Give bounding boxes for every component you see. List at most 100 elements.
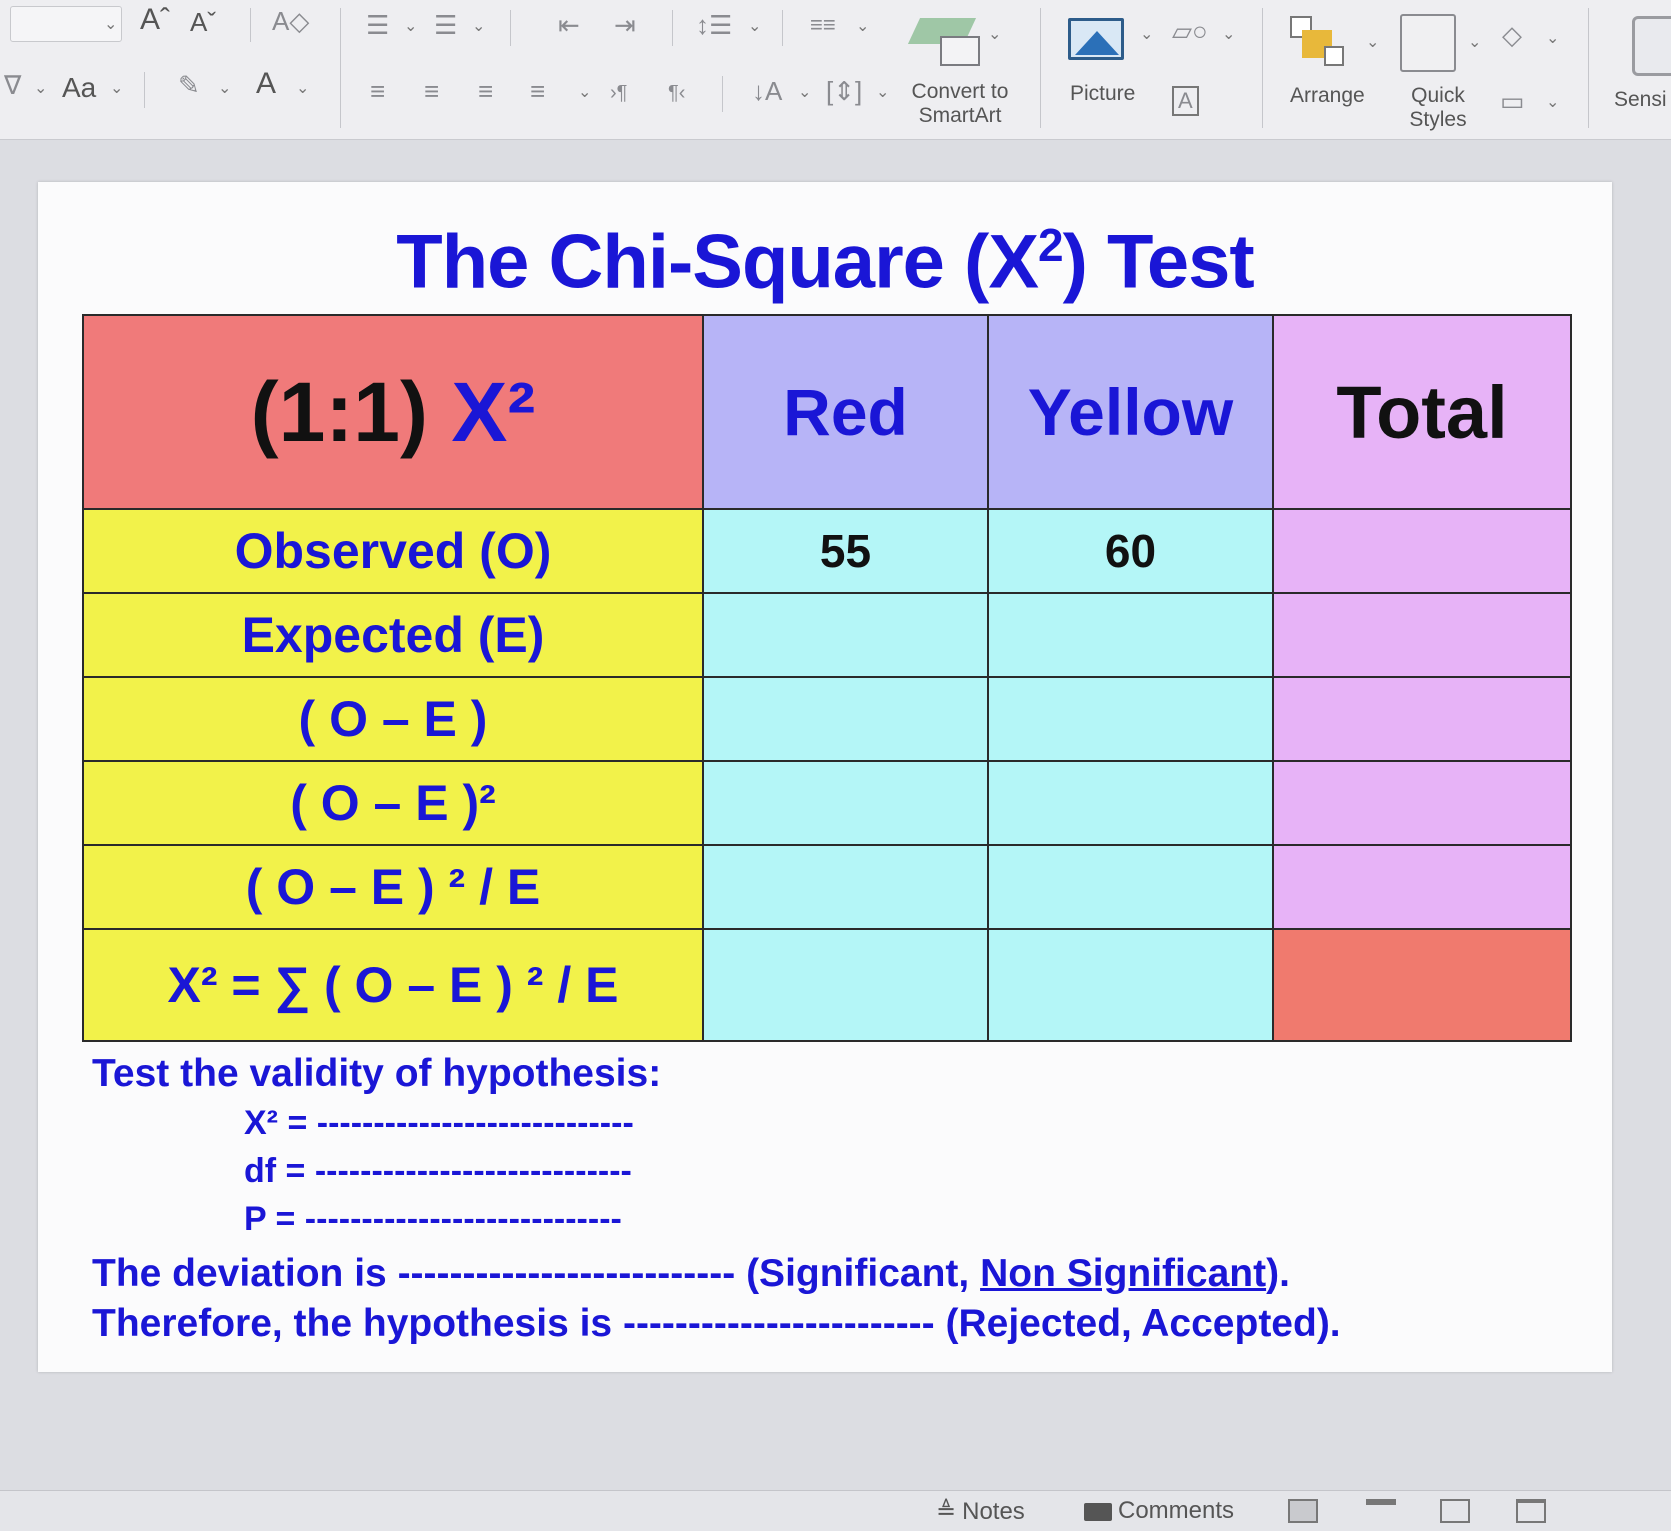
cell-sum-yellow[interactable] bbox=[987, 927, 1274, 1042]
grow-font-button[interactable]: Aˆ bbox=[140, 5, 170, 35]
chevron-down-icon[interactable]: ⌄ bbox=[748, 16, 761, 36]
clear-formatting-icon[interactable]: A◇ bbox=[272, 8, 309, 34]
notes-icon: ≜ bbox=[936, 1498, 957, 1525]
arrange-button[interactable]: Arrange bbox=[1290, 84, 1365, 108]
shrink-font-button[interactable]: Aˇ bbox=[190, 9, 216, 35]
corner-header-cell[interactable]: (1:1) X² bbox=[82, 313, 704, 511]
p-answer-line: P = ---------------------------- bbox=[244, 1200, 622, 1238]
reading-view-icon[interactable] bbox=[1440, 1499, 1470, 1523]
quick-styles-icon[interactable] bbox=[1400, 14, 1456, 72]
chevron-down-icon[interactable]: ⌄ bbox=[34, 78, 47, 98]
hypothesis-conclusion-line: Therefore, the hypothesis is -----------… bbox=[92, 1302, 1341, 1345]
change-case-button[interactable]: Aa bbox=[62, 74, 96, 102]
cell-observed-total[interactable] bbox=[1272, 508, 1572, 595]
chevron-down-icon[interactable]: ⌄ bbox=[472, 16, 485, 36]
header-total[interactable]: Total bbox=[1272, 313, 1572, 511]
numbering-icon[interactable]: ☰ bbox=[434, 12, 457, 38]
chevron-down-icon[interactable]: ⌄ bbox=[1468, 32, 1481, 52]
cell-observed-yellow[interactable]: 60 bbox=[987, 508, 1274, 595]
comments-label: Comments bbox=[1118, 1497, 1235, 1524]
ribbon-toolbar: ⌄ Aˆ Aˇ A◇ ∇ ⌄ Aa ⌄ ✎ ⌄ A ⌄ ☰ ⌄ ☰ ⌄ ⇤ ⇥ … bbox=[0, 0, 1671, 140]
hypothesis-heading: Test the validity of hypothesis: bbox=[92, 1052, 662, 1095]
notes-button[interactable]: ≜ Notes bbox=[936, 1497, 1025, 1526]
chevron-down-icon[interactable]: ⌄ bbox=[1222, 24, 1235, 44]
row-label-diff-squared-over-e[interactable]: ( O – E ) ² / E bbox=[82, 843, 704, 930]
align-right-icon[interactable]: ≡ bbox=[478, 78, 493, 104]
increase-indent-icon[interactable]: ⇥ bbox=[614, 12, 636, 38]
rtl-icon[interactable]: ¶‹ bbox=[668, 80, 685, 106]
row-label-o-minus-e[interactable]: ( O – E ) bbox=[82, 675, 704, 762]
ltr-icon[interactable]: ›¶ bbox=[610, 80, 627, 106]
cell-expected-yellow[interactable] bbox=[987, 592, 1274, 678]
chevron-down-icon[interactable]: ⌄ bbox=[1546, 28, 1559, 48]
cell-sum-red[interactable] bbox=[702, 927, 989, 1042]
slide-sorter-icon[interactable] bbox=[1366, 1499, 1396, 1509]
cell-ratio-yellow[interactable] bbox=[987, 843, 1274, 930]
decrease-indent-icon[interactable]: ⇤ bbox=[558, 12, 580, 38]
cell-observed-red[interactable]: 55 bbox=[702, 508, 989, 595]
chevron-down-icon[interactable]: ⌄ bbox=[798, 82, 811, 102]
cell-diff-total[interactable] bbox=[1272, 675, 1572, 762]
chevron-down-icon[interactable]: ⌄ bbox=[578, 82, 591, 102]
justify-icon[interactable]: ≡ bbox=[530, 78, 545, 104]
columns-icon[interactable]: ≡≡ bbox=[810, 12, 836, 38]
cell-diff-yellow[interactable] bbox=[987, 675, 1274, 762]
outline-icon[interactable]: ▭ bbox=[1500, 88, 1525, 114]
align-left-icon[interactable]: ≡ bbox=[370, 78, 385, 104]
cell-ratio-red[interactable] bbox=[702, 843, 989, 930]
cell-sq-red[interactable] bbox=[702, 759, 989, 846]
convert-smartart-button[interactable]: Convert to SmartArt bbox=[900, 80, 1020, 128]
chevron-down-icon[interactable]: ⌄ bbox=[856, 16, 869, 36]
normal-view-icon[interactable] bbox=[1288, 1499, 1318, 1523]
comment-icon bbox=[1084, 1502, 1112, 1521]
row-label-expected[interactable]: Expected (E) bbox=[82, 592, 704, 678]
chevron-down-icon[interactable]: ⌄ bbox=[296, 78, 309, 98]
sensitivity-button[interactable]: Sensi bbox=[1614, 88, 1667, 112]
text-direction-icon[interactable]: ↓A bbox=[752, 78, 782, 104]
cell-chi-square-result[interactable] bbox=[1272, 927, 1572, 1042]
cell-expected-red[interactable] bbox=[702, 592, 989, 678]
align-text-icon[interactable]: [⇕] bbox=[826, 78, 862, 104]
header-yellow[interactable]: Yellow bbox=[987, 313, 1274, 511]
chevron-down-icon[interactable]: ⌄ bbox=[876, 82, 889, 102]
chevron-down-icon[interactable]: ⌄ bbox=[218, 78, 231, 98]
arrange-icon[interactable] bbox=[1290, 16, 1350, 70]
deviation-line: The deviation is -----------------------… bbox=[92, 1252, 1290, 1295]
comments-button[interactable]: Comments bbox=[1084, 1497, 1234, 1525]
chevron-down-icon[interactable]: ⌄ bbox=[404, 16, 417, 36]
text-box-icon[interactable]: A bbox=[1172, 86, 1199, 116]
chi-square-table[interactable]: (1:1) X² Red Yellow Total Observed (O) 5… bbox=[82, 313, 1572, 1042]
align-center-icon[interactable]: ≡ bbox=[424, 78, 439, 104]
chevron-down-icon[interactable]: ⌄ bbox=[1140, 24, 1153, 44]
pen-icon[interactable]: ✎ bbox=[178, 72, 200, 98]
cell-sq-yellow[interactable] bbox=[987, 759, 1274, 846]
header-red[interactable]: Red bbox=[702, 313, 989, 511]
smartart-icon[interactable] bbox=[907, 14, 996, 66]
chevron-down-icon[interactable]: ⌄ bbox=[1546, 92, 1559, 112]
picture-icon[interactable] bbox=[1068, 18, 1124, 60]
df-answer-line: df = ---------------------------- bbox=[244, 1152, 632, 1190]
line-spacing-icon[interactable]: ↕☰ bbox=[696, 12, 732, 38]
quick-styles-button[interactable]: Quick Styles bbox=[1396, 84, 1480, 132]
chevron-down-icon[interactable]: ⌄ bbox=[104, 14, 117, 34]
slide-title[interactable]: The Chi-Square (X2) Test bbox=[38, 218, 1612, 305]
cell-expected-total[interactable] bbox=[1272, 592, 1572, 678]
chevron-down-icon[interactable]: ⌄ bbox=[988, 24, 1001, 44]
highlight-icon[interactable]: ∇ bbox=[4, 72, 21, 98]
row-label-diff-squared[interactable]: ( O – E )² bbox=[82, 759, 704, 846]
cell-sq-total[interactable] bbox=[1272, 759, 1572, 846]
slideshow-icon[interactable] bbox=[1516, 1499, 1546, 1523]
picture-button[interactable]: Picture bbox=[1070, 82, 1135, 106]
chevron-down-icon[interactable]: ⌄ bbox=[110, 78, 123, 98]
slide-canvas[interactable]: The Chi-Square (X2) Test (1:1) X² Red Ye… bbox=[38, 182, 1612, 1372]
row-label-chi-square-sum[interactable]: X² = ∑ ( O – E ) ² / E bbox=[82, 927, 704, 1042]
sensitivity-icon[interactable] bbox=[1632, 16, 1671, 76]
bullets-icon[interactable]: ☰ bbox=[366, 12, 389, 38]
cell-diff-red[interactable] bbox=[702, 675, 989, 762]
fill-icon[interactable]: ◇ bbox=[1502, 22, 1522, 48]
shapes-icon[interactable]: ▱○ bbox=[1172, 18, 1208, 44]
cell-ratio-total[interactable] bbox=[1272, 843, 1572, 930]
row-label-observed[interactable]: Observed (O) bbox=[82, 508, 704, 595]
chevron-down-icon[interactable]: ⌄ bbox=[1366, 32, 1379, 52]
font-color-button[interactable]: A bbox=[256, 69, 276, 99]
